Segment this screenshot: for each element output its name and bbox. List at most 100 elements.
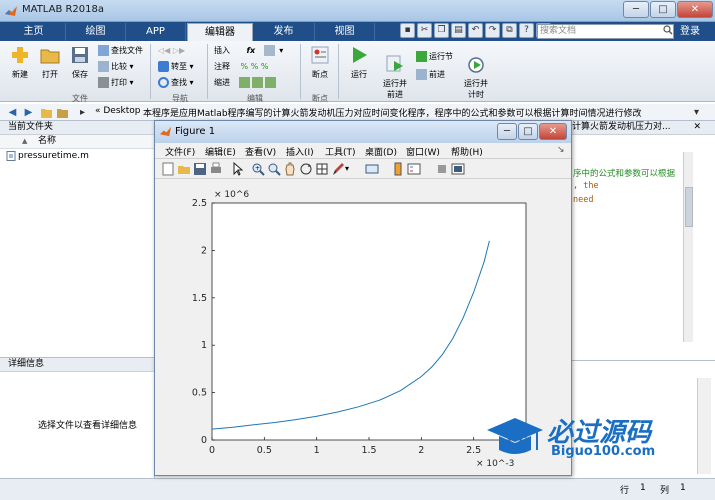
figure-minimize-button[interactable]: ─ (497, 123, 517, 140)
tab-apps[interactable]: APP (126, 23, 186, 41)
run-label: 运行 (351, 70, 367, 79)
run-and-time-button[interactable]: 运行并 计时 (458, 45, 494, 109)
save-button[interactable]: 保存 (66, 45, 94, 80)
run-button[interactable]: 运行 (344, 45, 374, 80)
uncomment-icon[interactable]: % (251, 62, 259, 71)
find-files-label: 查找文件 (111, 46, 143, 55)
insert-button[interactable]: 插入 fx ▾ (214, 45, 283, 57)
code-editor[interactable]: 序中的公式和参数可以根据 , the need (570, 135, 715, 357)
switch-windows-icon[interactable]: ⧉ (502, 23, 517, 38)
zoom-out-icon[interactable] (267, 162, 281, 176)
tab-publish[interactable]: 发布 (253, 23, 315, 41)
search-documentation-input[interactable]: 搜索文档 (537, 24, 674, 39)
watermark-url: Biguo100.com (551, 444, 656, 459)
figure-maximize-button[interactable]: □ (518, 123, 538, 140)
redo-icon[interactable]: ↷ (485, 23, 500, 38)
open-file-icon[interactable] (177, 162, 191, 176)
comment-button[interactable]: 注释 % % % (214, 61, 268, 73)
breakpoints-button[interactable]: 断点 (306, 45, 334, 80)
new-button[interactable]: 新建 (6, 45, 34, 80)
paste-icon[interactable]: ▤ (451, 23, 466, 38)
browse-folder-icon[interactable] (56, 106, 69, 119)
menu-edit[interactable]: 编辑(E) (205, 145, 236, 158)
brush-icon[interactable] (331, 162, 345, 176)
menu-file[interactable]: 文件(F) (165, 145, 195, 158)
new-figure-icon[interactable] (161, 162, 175, 176)
find-button[interactable]: 查找 ▾ (158, 77, 194, 89)
tab-plots[interactable]: 绘图 (66, 23, 126, 41)
forward-arrow-icon[interactable]: ▶ (22, 106, 35, 119)
goto-button[interactable]: 转至 ▾ (158, 61, 194, 73)
undo-icon[interactable]: ↶ (468, 23, 483, 38)
insert-legend-icon[interactable] (407, 162, 421, 176)
hide-plot-tools-icon[interactable] (435, 162, 449, 176)
run-advance-button[interactable]: 运行并 前进 (378, 45, 412, 109)
menu-tools[interactable]: 工具(T) (325, 145, 356, 158)
data-cursor-icon[interactable] (315, 162, 329, 176)
tab-view[interactable]: 视图 (315, 23, 375, 41)
decrease-indent-icon[interactable] (264, 77, 276, 88)
tab-editor[interactable]: 编辑器 (187, 23, 253, 41)
open-button[interactable]: 打开 (36, 45, 64, 80)
title-bar: MATLAB R2018a ─ □ ✕ (0, 0, 715, 22)
search-icon[interactable] (663, 25, 673, 35)
insert-function-icon[interactable] (263, 45, 275, 56)
name-column-header[interactable]: ▲ 名称 (0, 135, 154, 149)
address-dropdown-icon[interactable]: ▾ (690, 106, 703, 119)
login-link[interactable]: 登录 (680, 22, 700, 41)
wrap-comment-icon[interactable]: % (261, 62, 269, 71)
sort-ascending-icon[interactable]: ▲ (22, 135, 27, 148)
cut-icon[interactable]: ✂ (417, 23, 432, 38)
save-quick-icon[interactable]: ▪ (400, 23, 415, 38)
brush-dropdown-icon[interactable]: ▾ (345, 162, 359, 176)
editor-tab[interactable]: 计算火箭发动机压力对... ✕ (570, 121, 715, 135)
command-scrollbar[interactable] (697, 378, 711, 474)
insert-colorbar-icon[interactable] (391, 162, 405, 176)
show-plot-tools-icon[interactable] (451, 162, 465, 176)
print-button[interactable]: 打印 ▾ (98, 77, 134, 89)
advance-button[interactable]: 前进 (416, 69, 445, 81)
print-figure-icon[interactable] (209, 162, 223, 176)
help-icon[interactable]: ? (519, 23, 534, 38)
scroll-thumb[interactable] (685, 187, 693, 227)
figure-close-button[interactable]: ✕ (539, 123, 567, 140)
menu-desktop[interactable]: 桌面(D) (365, 145, 397, 158)
menu-help[interactable]: 帮助(H) (451, 145, 483, 158)
path-description[interactable]: 本程序是应用Matlab程序编写的计算火箭发动机压力对应时间变化程序，程序中的公… (143, 106, 683, 119)
up-folder-icon[interactable] (40, 106, 53, 119)
path-desktop[interactable]: « Desktop (95, 106, 140, 116)
run-section-button[interactable]: 运行节 (416, 51, 453, 63)
path-dropdown-icon[interactable]: ▸ (76, 106, 89, 119)
editor-tab-close-icon[interactable]: ✕ (693, 121, 701, 134)
fx-icon[interactable]: fx (247, 46, 256, 55)
editor-scrollbar[interactable] (683, 152, 693, 342)
menu-view[interactable]: 查看(V) (245, 145, 276, 158)
pan-hand-icon[interactable] (283, 162, 297, 176)
y-axis-multiplier: × 10^6 (214, 190, 249, 200)
close-button[interactable]: ✕ (677, 1, 713, 18)
menu-insert[interactable]: 插入(I) (286, 145, 314, 158)
dock-arrow-icon[interactable]: ↘ (557, 145, 565, 155)
indent-button[interactable]: 缩进 (214, 77, 278, 89)
save-figure-icon[interactable] (193, 162, 207, 176)
minimize-button[interactable]: ─ (623, 1, 649, 18)
edit-plot-arrow-icon[interactable] (231, 162, 245, 176)
file-row[interactable]: pressuretime.m (0, 149, 154, 163)
file-name: pressuretime.m (18, 151, 89, 161)
tab-home[interactable]: 主页 (2, 23, 66, 41)
compare-button[interactable]: 比较 ▾ (98, 61, 134, 73)
back-arrow-icon[interactable]: ◀ (6, 106, 19, 119)
rotate-3d-icon[interactable] (299, 162, 313, 176)
find-files-button[interactable]: 查找文件 (98, 45, 143, 57)
figure-title-bar[interactable]: Figure 1 ─ □ ✕ (155, 121, 571, 143)
link-plot-icon[interactable] (365, 162, 379, 176)
nav-back-forward[interactable]: ◁◀ ▷▶ (158, 45, 185, 57)
increase-indent-icon[interactable] (251, 77, 263, 88)
maximize-button[interactable]: □ (650, 1, 676, 18)
editor-tab-title: 计算火箭发动机压力对... (572, 122, 671, 132)
smart-indent-icon[interactable] (238, 77, 250, 88)
copy-icon[interactable]: ❐ (434, 23, 449, 38)
zoom-in-icon[interactable]: + (251, 162, 265, 176)
comment-percent-icon[interactable]: % (241, 62, 249, 71)
menu-window[interactable]: 窗口(W) (406, 145, 440, 158)
